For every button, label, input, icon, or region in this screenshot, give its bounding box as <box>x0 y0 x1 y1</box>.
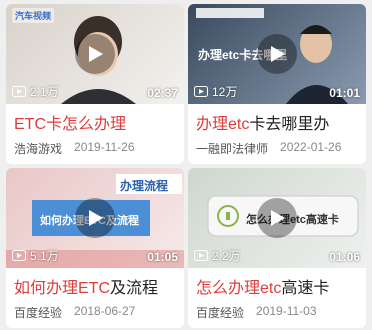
video-date: 2019-11-03 <box>256 304 317 318</box>
play-icon[interactable] <box>257 198 297 238</box>
video-card[interactable]: 怎么办理etc高速卡 2.2万 01:06 怎么办理etc高速卡 百度经验 20… <box>188 168 366 328</box>
video-thumbnail[interactable]: 办理etc卡去哪里 12万 01:01 <box>188 4 366 104</box>
video-title-rest: 卡去哪里办 <box>249 116 330 133</box>
view-count: 2.1万 <box>12 83 59 100</box>
video-source: 一融即法律师 <box>196 142 269 156</box>
video-source: 百度经验 <box>14 306 63 320</box>
video-icon <box>12 86 26 97</box>
video-title[interactable]: ETC卡怎么办理 <box>14 110 180 134</box>
thumbnail-logo: 汽车视频 <box>12 8 55 23</box>
view-count-text: 2.1万 <box>30 85 59 99</box>
view-count-text: 12万 <box>212 85 238 99</box>
video-result-grid: 汽车视频 2.1万 02:37 ETC卡怎么办理 浩海游戏 2019-11-26 <box>0 0 372 330</box>
video-title-highlight: 如何办理ETC <box>14 280 111 297</box>
video-title-highlight: 办理etc <box>196 116 250 133</box>
play-icon[interactable] <box>75 34 115 74</box>
video-meta: 百度经验 2019-11-03 <box>196 304 362 321</box>
video-source: 百度经验 <box>196 306 245 320</box>
video-duration: 01:05 <box>147 250 178 264</box>
play-icon[interactable] <box>75 198 115 238</box>
video-source: 浩海游戏 <box>14 142 63 156</box>
video-meta: 浩海游戏 2019-11-26 <box>14 140 180 157</box>
video-card[interactable]: 汽车视频 2.1万 02:37 ETC卡怎么办理 浩海游戏 2019-11-26 <box>6 4 184 164</box>
video-date: 2022-01-26 <box>280 140 342 154</box>
video-thumbnail[interactable]: 办理流程 如何办理ETC及流程 5.1万 01:05 <box>6 168 184 268</box>
view-count-text: 2.2万 <box>212 249 241 263</box>
video-date: 2019-11-26 <box>74 140 135 154</box>
view-count-text: 5.1万 <box>30 249 59 263</box>
video-title[interactable]: 如何办理ETC及流程 <box>14 274 180 298</box>
video-meta: 一融即法律师 2022-01-26 <box>196 140 362 157</box>
view-count: 2.2万 <box>194 247 241 264</box>
thumbnail-banner: 办理流程 <box>120 179 169 193</box>
video-title[interactable]: 怎么办理etc高速卡 <box>196 274 362 298</box>
play-icon[interactable] <box>257 34 297 74</box>
view-count: 12万 <box>194 83 237 100</box>
video-duration: 01:06 <box>329 250 360 264</box>
video-icon <box>194 86 208 97</box>
video-card[interactable]: 办理流程 如何办理ETC及流程 5.1万 01:05 如何办理ETC及流程 百度… <box>6 168 184 328</box>
video-duration: 02:37 <box>147 86 178 100</box>
video-title-highlight: 怎么办理etc <box>196 280 282 297</box>
video-card[interactable]: 办理etc卡去哪里 12万 01:01 办理etc卡去哪里办 一融即法律师 20… <box>188 4 366 164</box>
video-title-highlight: ETC卡怎么办理 <box>14 116 127 133</box>
video-meta: 百度经验 2018-06-27 <box>14 304 180 321</box>
video-icon <box>12 250 26 261</box>
video-title-rest: 及流程 <box>110 280 159 297</box>
video-thumbnail[interactable]: 怎么办理etc高速卡 2.2万 01:06 <box>188 168 366 268</box>
video-duration: 01:01 <box>329 86 360 100</box>
video-title-rest: 高速卡 <box>281 280 330 297</box>
video-date: 2018-06-27 <box>74 304 136 318</box>
view-count: 5.1万 <box>12 247 59 264</box>
video-title[interactable]: 办理etc卡去哪里办 <box>196 110 362 134</box>
video-thumbnail[interactable]: 汽车视频 2.1万 02:37 <box>6 4 184 104</box>
video-icon <box>194 250 208 261</box>
